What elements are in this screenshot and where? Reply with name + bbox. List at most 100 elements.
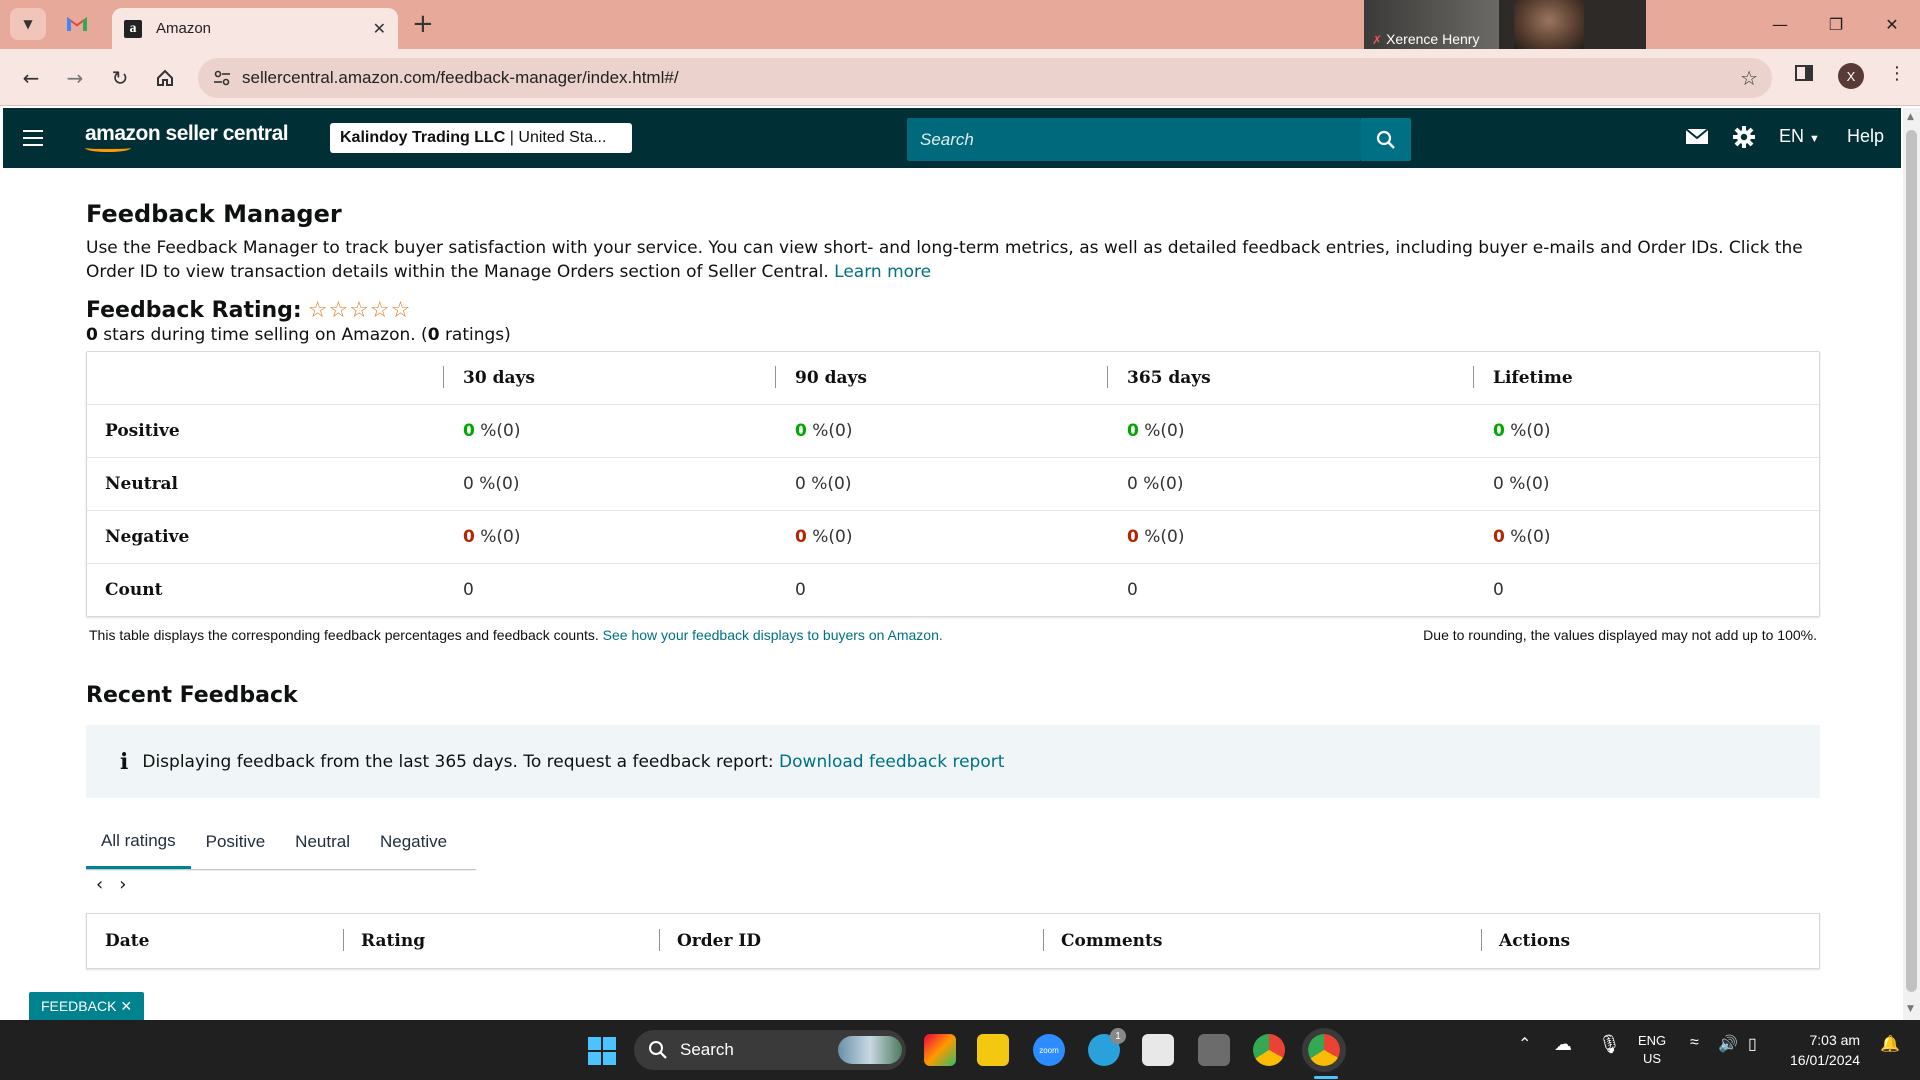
feedback-metrics-table: 30 days 90 days 365 days Lifetime Positi… <box>86 351 1820 617</box>
col-actions[interactable]: Actions <box>1481 929 1570 951</box>
browser-toolbar: ← → ↻ sellercentral.amazon.com/feedback-… <box>0 49 1920 106</box>
metrics-row-positive: Positive 0 %(0) 0 %(0) 0 %(0) 0 %(0) <box>87 403 1819 457</box>
side-panel-icon[interactable] <box>1794 63 1814 88</box>
forward-arrow-icon: → <box>66 66 84 90</box>
system-clock[interactable]: 7:03 am 16/01/2024 <box>1790 1030 1860 1070</box>
hamburger-menu-icon[interactable] <box>23 130 43 151</box>
new-tab-button[interactable]: + <box>412 10 434 38</box>
amazon-seller-central-logo[interactable]: amazon seller central <box>85 122 289 152</box>
help-link[interactable]: Help <box>1847 126 1884 147</box>
messages-button[interactable] <box>1685 126 1709 151</box>
microphone-icon[interactable]: 🎙 <box>1598 1034 1621 1055</box>
language-selector[interactable]: EN ▼ <box>1779 126 1820 147</box>
wifi-icon[interactable]: ≈ <box>1690 1034 1699 1052</box>
download-report-link[interactable]: Download feedback report <box>779 752 1004 772</box>
search-highlight-image <box>838 1036 902 1064</box>
metrics-note-left: This table displays the corresponding fe… <box>89 627 943 643</box>
mic-off-icon: ✗ <box>1372 33 1383 47</box>
volume-icon[interactable]: 🔊 <box>1718 1034 1738 1054</box>
col-rating[interactable]: Rating <box>343 929 659 951</box>
onedrive-cloud-icon[interactable]: ☁ <box>1554 1034 1572 1055</box>
tab-negative[interactable]: Negative <box>365 815 462 869</box>
star-empty-icon: ☆ <box>390 297 411 323</box>
feedback-widget-button[interactable]: FEEDBACK ✕ <box>29 992 144 1020</box>
col-order-id[interactable]: Order ID <box>659 929 1043 951</box>
site-info-icon[interactable] <box>208 64 236 92</box>
col-date[interactable]: Date <box>87 931 343 951</box>
battery-icon[interactable]: ▯ <box>1748 1034 1757 1054</box>
search-button[interactable] <box>1361 118 1411 161</box>
restore-button[interactable]: ❐ <box>1808 0 1864 49</box>
back-button[interactable]: ← <box>16 63 46 93</box>
metric-cell: 0 <box>1107 562 1473 616</box>
settings-button[interactable] <box>1733 126 1755 154</box>
metric-cell: 0 %(0) <box>1473 456 1819 510</box>
metric-cell: 0 <box>775 562 1107 616</box>
tab-positive[interactable]: Positive <box>191 815 281 869</box>
gmail-tab-icon[interactable] <box>66 14 88 32</box>
col-comments[interactable]: Comments <box>1043 929 1481 951</box>
account-region: United Sta... <box>518 129 607 146</box>
chevron-down-icon: ▼ <box>23 17 33 31</box>
learn-more-link[interactable]: Learn more <box>834 262 931 282</box>
metrics-row-count: Count 0 0 0 0 <box>87 562 1819 616</box>
calculator-app-icon[interactable] <box>1198 1034 1230 1066</box>
metric-cell: 0 %(0) <box>775 456 1107 510</box>
forward-button[interactable]: → <box>60 63 90 93</box>
file-explorer-icon[interactable] <box>977 1034 1009 1066</box>
metrics-header-row: 30 days 90 days 365 days Lifetime <box>87 352 1819 404</box>
chrome-app-icon[interactable] <box>1253 1034 1285 1066</box>
tab-neutral[interactable]: Neutral <box>280 815 365 869</box>
metric-cell: 0 %(0) <box>1107 509 1473 563</box>
zoom-app-icon[interactable]: zoom <box>1033 1034 1065 1066</box>
metric-cell: 0 %(0) <box>1473 509 1819 563</box>
scroll-thumb[interactable] <box>1906 130 1917 992</box>
browser-tab-strip: ▼ a Amazon ✕ + ✗ Xerence Henry — ❐ ✕ <box>0 0 1920 51</box>
row-label: Neutral <box>87 456 443 510</box>
back-arrow-icon: ← <box>22 66 40 90</box>
caret-down-icon: ▼ <box>1809 133 1820 145</box>
taskbar-search-label: Search <box>680 1040 734 1059</box>
home-icon <box>157 69 173 86</box>
close-icon[interactable]: ✕ <box>120 998 132 1015</box>
metrics-header-empty <box>87 352 443 404</box>
metric-cell: 0 %(0) <box>443 509 775 563</box>
office-app-icon[interactable] <box>924 1034 956 1066</box>
row-label: Positive <box>87 403 443 457</box>
windows-start-icon[interactable] <box>587 1036 617 1066</box>
telegram-app-icon[interactable]: 1 <box>1088 1028 1126 1066</box>
tray-overflow-icon[interactable]: ⌃ <box>1518 1034 1531 1054</box>
star-empty-icon: ☆ <box>349 297 369 323</box>
metric-cell: 0 %(0) <box>443 456 775 510</box>
scroll-up-icon[interactable]: ▲ <box>1907 112 1914 122</box>
close-tab-icon[interactable]: ✕ <box>373 19 386 38</box>
metric-cell: 0 %(0) <box>775 403 1107 457</box>
chevron-left-icon[interactable]: ‹ <box>96 874 103 895</box>
browser-menu-icon[interactable]: ⋮ <box>1888 63 1906 84</box>
chrome-active-app-icon[interactable] <box>1302 1028 1346 1072</box>
window-controls: — ❐ ✕ <box>1752 0 1920 49</box>
metric-cell: 0 %(0) <box>1107 456 1473 510</box>
url-text[interactable]: sellercentral.amazon.com/feedback-manage… <box>242 68 679 88</box>
search-input[interactable] <box>907 118 1361 161</box>
close-window-button[interactable]: ✕ <box>1864 0 1920 49</box>
buyer-display-link[interactable]: See how your feedback displays to buyers… <box>603 627 943 643</box>
language-indicator[interactable]: ENG US <box>1638 1032 1666 1068</box>
account-switcher[interactable]: Kalindoy Trading LLC | United Sta... <box>330 123 632 153</box>
taskbar-search[interactable]: Search <box>634 1030 906 1070</box>
profile-avatar[interactable]: X <box>1838 63 1864 89</box>
page-scrollbar[interactable]: ▲ ▼ <box>1903 108 1920 1020</box>
address-bar[interactable]: sellercentral.amazon.com/feedback-manage… <box>198 58 1772 98</box>
scroll-down-icon[interactable]: ▼ <box>1907 1004 1914 1014</box>
home-button[interactable] <box>150 63 180 93</box>
bookmark-star-icon[interactable]: ☆ <box>1740 66 1758 90</box>
chevron-right-icon[interactable]: › <box>119 874 126 895</box>
snipping-tool-icon[interactable] <box>1142 1034 1174 1066</box>
recent-feedback-title: Recent Feedback <box>86 683 298 708</box>
active-browser-tab[interactable]: a Amazon ✕ <box>112 8 398 49</box>
minimize-button[interactable]: — <box>1752 0 1808 49</box>
tab-search-button[interactable]: ▼ <box>10 8 46 40</box>
tab-all-ratings[interactable]: All ratings <box>86 815 191 869</box>
reload-button[interactable]: ↻ <box>105 63 135 93</box>
notification-bell-icon[interactable]: 🔔 <box>1880 1034 1900 1054</box>
